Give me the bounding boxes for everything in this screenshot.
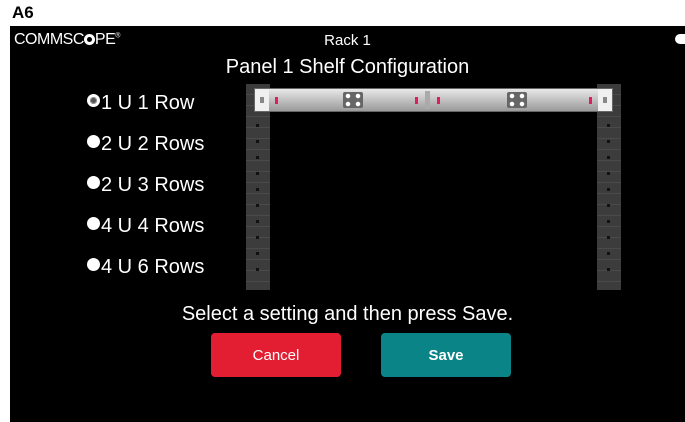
instruction-text: Select a setting and then press Save. xyxy=(181,303,514,325)
port-marker xyxy=(589,97,592,104)
radio-icon xyxy=(87,217,100,230)
page-title: Panel 1 Shelf Configuration xyxy=(225,56,470,78)
option-4u-4rows[interactable]: 4 U 4 Rows xyxy=(87,215,204,239)
radio-icon xyxy=(87,176,100,189)
save-button[interactable]: Save xyxy=(381,333,511,377)
port-marker xyxy=(275,97,278,104)
option-2u-2rows[interactable]: 2 U 2 Rows xyxy=(87,133,204,157)
connector-icon xyxy=(507,92,527,108)
figure-label: A6 xyxy=(12,3,34,22)
port-marker xyxy=(415,97,418,104)
radio-icon xyxy=(87,135,100,148)
device-screen: COMMSC PE® Rack 1 Panel 1 Shelf Configura… xyxy=(10,26,685,422)
rack-title: Rack 1 xyxy=(324,32,371,49)
connector-icon xyxy=(343,92,363,108)
option-1u-1row[interactable]: 1 U 1 Row xyxy=(87,92,194,116)
radio-selected-icon xyxy=(87,94,100,107)
option-4u-6rows[interactable]: 4 U 6 Rows xyxy=(87,256,204,280)
back-icon[interactable] xyxy=(675,34,685,44)
rack-rail-left xyxy=(246,84,270,290)
port-marker xyxy=(437,97,440,104)
shelf-ear-left xyxy=(255,89,269,111)
option-2u-3rows[interactable]: 2 U 3 Rows xyxy=(87,174,204,198)
radio-icon xyxy=(87,258,100,271)
shelf-1u-panel xyxy=(254,88,613,112)
rack-rail-right xyxy=(597,84,621,290)
shelf-divider xyxy=(425,91,430,109)
rack-preview xyxy=(246,84,621,290)
cancel-button[interactable]: Cancel xyxy=(211,333,341,377)
shelf-ear-right xyxy=(598,89,612,111)
